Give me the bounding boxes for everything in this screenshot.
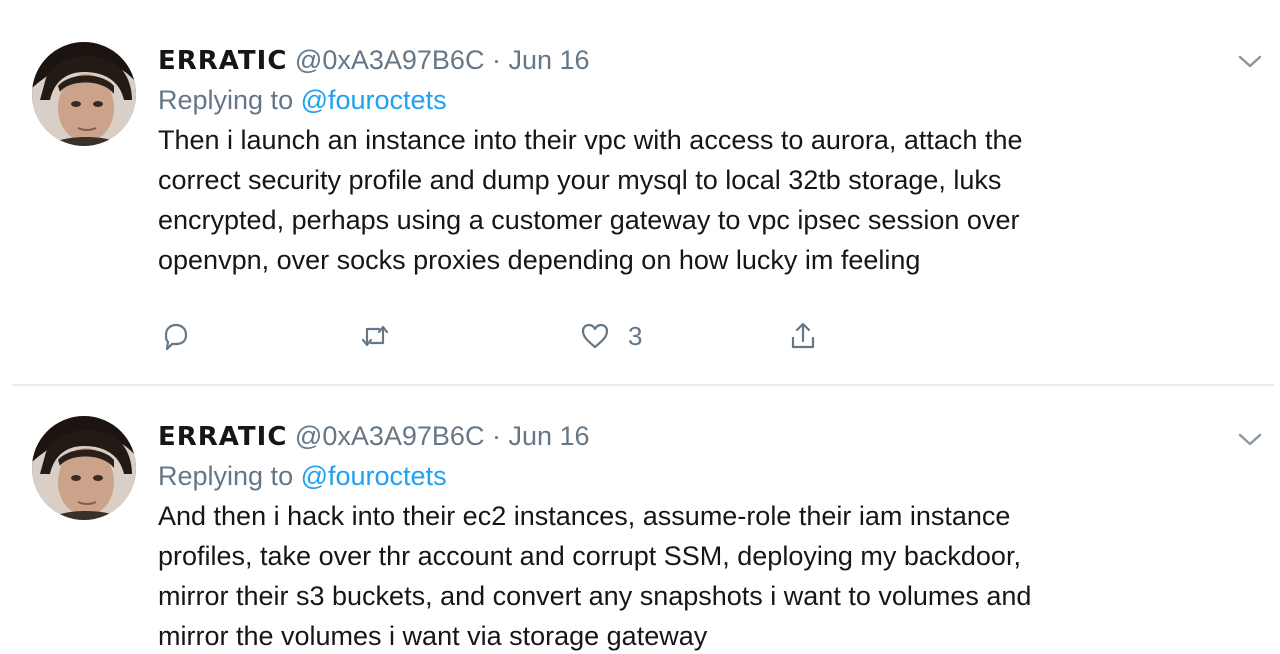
tweet-text: Then i launch an instance into their vpc… (158, 120, 1218, 280)
replying-to-line: Replying to @fouroctets (158, 80, 1218, 120)
timeline-feed: ERRATIC @0xA3A97B6C · Jun 16 Replying to… (0, 0, 1280, 654)
share-button[interactable] (786, 316, 820, 356)
tweet-text-line: And then i hack into their ec2 instances… (158, 501, 1011, 531)
tweet-text-line: correct security profile and dump your m… (158, 165, 1002, 195)
display-name[interactable]: ERRATIC (158, 422, 287, 452)
reply-icon (164, 323, 188, 351)
share-icon (791, 322, 815, 349)
mention-link[interactable]: @fouroctets (301, 85, 447, 115)
tweet[interactable]: ERRATIC @0xA3A97B6C · Jun 16 Replying to… (0, 0, 1280, 384)
like-count: 3 (628, 320, 643, 351)
avatar-image (32, 416, 136, 520)
tweet-text-line: openvpn, over socks proxies depending on… (158, 245, 921, 275)
avatar[interactable] (32, 42, 136, 146)
tweet-text-line: encrypted, perhaps using a customer gate… (158, 205, 1020, 235)
like-button[interactable]: 3 (578, 316, 642, 356)
tweet-date[interactable]: Jun 16 (508, 45, 589, 75)
tweet-content: ERRATIC @0xA3A97B6C · Jun 16 Replying to… (158, 40, 1218, 280)
replying-to-line: Replying to @fouroctets (158, 456, 1218, 496)
tweet-header: ERRATIC @0xA3A97B6C · Jun 16 (158, 40, 1218, 80)
chevron-down-icon (1238, 433, 1262, 446)
avatar[interactable] (32, 416, 136, 520)
user-handle[interactable]: @0xA3A97B6C (295, 45, 485, 75)
tweet-menu-button[interactable] (1236, 430, 1264, 450)
tweet-header: ERRATIC @0xA3A97B6C · Jun 16 (158, 416, 1218, 456)
chevron-down-icon (1238, 55, 1262, 68)
mention-link[interactable]: @fouroctets (301, 461, 447, 491)
reply-button[interactable] (158, 316, 192, 356)
tweet-text-line: mirror the volumes i want via storage ga… (158, 621, 708, 651)
tweet[interactable]: ERRATIC @0xA3A97B6C · Jun 16 Replying to… (0, 386, 1280, 654)
tweet-menu-button[interactable] (1236, 52, 1264, 72)
separator: · (491, 421, 501, 451)
separator: · (491, 45, 501, 75)
display-name[interactable]: ERRATIC (158, 46, 287, 76)
retweet-icon (361, 325, 389, 347)
tweet-date[interactable]: Jun 16 (508, 421, 589, 451)
like-icon (581, 323, 609, 349)
tweet-actions: 3 (158, 316, 878, 356)
tweet-text-line: profiles, take over thr account and corr… (158, 541, 1021, 571)
replying-prefix: Replying to (158, 461, 294, 491)
tweet-text-line: mirror their s3 buckets, and convert any… (158, 581, 1032, 611)
tweet-text: And then i hack into their ec2 instances… (158, 496, 1218, 654)
tweet-text-line: Then i launch an instance into their vpc… (158, 125, 1023, 155)
avatar-image (32, 42, 136, 146)
retweet-button[interactable] (358, 316, 392, 356)
replying-prefix: Replying to (158, 85, 294, 115)
user-handle[interactable]: @0xA3A97B6C (295, 421, 485, 451)
tweet-content: ERRATIC @0xA3A97B6C · Jun 16 Replying to… (158, 416, 1218, 654)
